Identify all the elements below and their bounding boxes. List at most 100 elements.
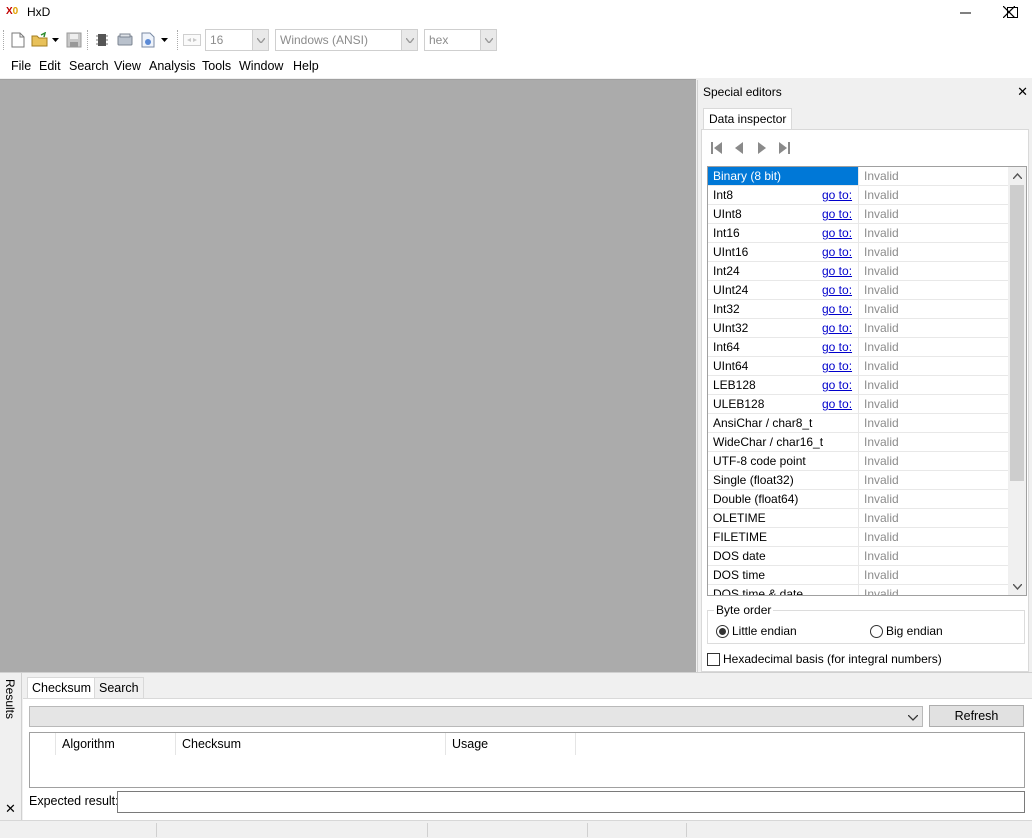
radio-selected-icon[interactable] (716, 624, 729, 638)
charset-combo[interactable]: Windows (ANSI) (275, 29, 418, 51)
data-inspector-row[interactable]: Int64 go to: Invalid (708, 338, 1008, 357)
data-inspector-row[interactable]: FILETIME Invalid (708, 528, 1008, 547)
data-type-value[interactable]: Invalid (858, 300, 1008, 318)
little-endian-radio[interactable]: Little endian (716, 623, 797, 639)
data-inspector-row[interactable]: WideChar / char16_t Invalid (708, 433, 1008, 452)
data-type-value[interactable]: Invalid (858, 376, 1008, 394)
data-type-value[interactable]: Invalid (858, 243, 1008, 261)
checksum-list[interactable]: Algorithm Checksum Usage (29, 732, 1025, 788)
data-type-value[interactable]: Invalid (858, 528, 1008, 546)
goto-link[interactable]: go to: (822, 243, 858, 261)
chevron-down-icon[interactable] (252, 30, 268, 50)
goto-link[interactable]: go to: (822, 300, 858, 318)
checkbox-unchecked-icon[interactable] (707, 652, 720, 666)
data-type-value[interactable]: Invalid (858, 205, 1008, 223)
data-type-value[interactable]: Invalid (858, 433, 1008, 451)
expected-result-input[interactable] (117, 791, 1025, 813)
data-inspector-scrollbar[interactable] (1008, 167, 1026, 595)
data-type-value[interactable]: Invalid (858, 452, 1008, 470)
ram-editor-button[interactable] (92, 30, 112, 50)
data-inspector-row[interactable]: DOS time Invalid (708, 566, 1008, 585)
data-type-value[interactable]: Invalid (858, 224, 1008, 242)
open-dropdown-button[interactable] (49, 30, 61, 50)
menu-window[interactable]: Window (239, 59, 283, 73)
goto-link[interactable]: go to: (822, 281, 858, 299)
column-header-checksum[interactable]: Checksum (176, 733, 446, 755)
data-inspector-row[interactable]: Binary (8 bit) Invalid (708, 167, 1008, 186)
menu-file[interactable]: File (11, 59, 31, 73)
scrollbar-thumb[interactable] (1010, 185, 1024, 481)
hexadecimal-basis-checkbox[interactable]: Hexadecimal basis (for integral numbers) (707, 652, 942, 666)
scroll-down-button[interactable] (1008, 578, 1026, 595)
menu-help[interactable]: Help (293, 59, 319, 73)
chevron-down-icon[interactable] (401, 30, 417, 50)
bytes-per-row-combo[interactable]: 16 (205, 29, 269, 51)
menu-tools[interactable]: Tools (202, 59, 231, 73)
menu-edit[interactable]: Edit (39, 59, 61, 73)
first-byte-button[interactable] (708, 140, 726, 156)
data-type-value[interactable]: Invalid (858, 414, 1008, 432)
menu-search[interactable]: Search (69, 59, 109, 73)
data-type-value[interactable]: Invalid (858, 186, 1008, 204)
chevron-down-icon[interactable] (480, 30, 496, 50)
data-inspector-row[interactable]: UTF-8 code point Invalid (708, 452, 1008, 471)
column-header-usage[interactable]: Usage (446, 733, 576, 755)
last-byte-button[interactable] (775, 140, 793, 156)
goto-link[interactable]: go to: (822, 395, 858, 413)
data-type-value[interactable]: Invalid (858, 357, 1008, 375)
column-header-algorithm[interactable]: Algorithm (56, 733, 176, 755)
new-file-button[interactable] (8, 30, 28, 50)
data-inspector-row[interactable]: UInt16 go to: Invalid (708, 243, 1008, 262)
data-type-value[interactable]: Invalid (858, 281, 1008, 299)
data-inspector-table[interactable]: DOS time & date Invalid DOS time Invalid DOS… (707, 166, 1027, 596)
tab-data-inspector[interactable]: Data inspector (703, 108, 793, 130)
close-icon[interactable]: ✕ (1017, 84, 1028, 100)
data-inspector-row[interactable]: ULEB128 go to: Invalid (708, 395, 1008, 414)
data-inspector-row[interactable]: Int16 go to: Invalid (708, 224, 1008, 243)
save-button[interactable] (64, 30, 84, 50)
goto-link[interactable]: go to: (822, 376, 858, 394)
goto-link[interactable]: go to: (822, 205, 858, 223)
data-type-value[interactable]: Invalid (858, 509, 1008, 527)
data-type-value[interactable]: Invalid (858, 547, 1008, 565)
chevron-down-icon[interactable] (907, 710, 919, 724)
data-inspector-row[interactable]: UInt32 go to: Invalid (708, 319, 1008, 338)
data-inspector-row[interactable]: Double (float64) Invalid (708, 490, 1008, 509)
previous-byte-button[interactable] (730, 140, 748, 156)
results-side-tab[interactable]: Results ✕ (0, 673, 22, 821)
data-inspector-row[interactable]: Single (float32) Invalid (708, 471, 1008, 490)
goto-link[interactable]: go to: (822, 357, 858, 375)
data-type-value[interactable]: Invalid (858, 262, 1008, 280)
data-inspector-row[interactable]: Int32 go to: Invalid (708, 300, 1008, 319)
file-tools-button[interactable] (138, 30, 158, 50)
offset-base-combo[interactable]: hex (424, 29, 497, 51)
menu-analysis[interactable]: Analysis (149, 59, 196, 73)
disk-editor-button[interactable] (115, 30, 135, 50)
data-inspector-row[interactable]: OLETIME Invalid (708, 509, 1008, 528)
data-inspector-row[interactable]: AnsiChar / char8_t Invalid (708, 414, 1008, 433)
algorithm-combo[interactable] (29, 706, 923, 727)
data-inspector-row[interactable]: DOS time & date Invalid (708, 585, 1008, 595)
data-type-value[interactable]: Invalid (858, 319, 1008, 337)
tab-checksum[interactable]: Checksum (27, 677, 97, 699)
data-inspector-row[interactable]: UInt24 go to: Invalid (708, 281, 1008, 300)
goto-link[interactable]: go to: (822, 319, 858, 337)
goto-link[interactable]: go to: (822, 338, 858, 356)
tab-search[interactable]: Search (94, 677, 144, 699)
scroll-up-button[interactable] (1008, 167, 1026, 184)
data-type-value[interactable]: Invalid (858, 167, 1008, 185)
data-type-value[interactable]: Invalid (858, 566, 1008, 584)
goto-link[interactable]: go to: (822, 186, 858, 204)
data-type-value[interactable]: Invalid (858, 490, 1008, 508)
data-type-value[interactable]: Invalid (858, 585, 1008, 595)
data-type-value[interactable]: Invalid (858, 395, 1008, 413)
column-header-blank[interactable] (30, 733, 56, 755)
toolbar-grip[interactable] (3, 30, 5, 50)
menu-view[interactable]: View (114, 59, 141, 73)
data-inspector-row[interactable]: LEB128 go to: Invalid (708, 376, 1008, 395)
editor-area[interactable] (0, 79, 696, 672)
refresh-button[interactable]: Refresh (929, 705, 1024, 727)
data-type-value[interactable]: Invalid (858, 471, 1008, 489)
data-inspector-row[interactable]: Int8 go to: Invalid (708, 186, 1008, 205)
radio-unselected-icon[interactable] (870, 624, 883, 638)
